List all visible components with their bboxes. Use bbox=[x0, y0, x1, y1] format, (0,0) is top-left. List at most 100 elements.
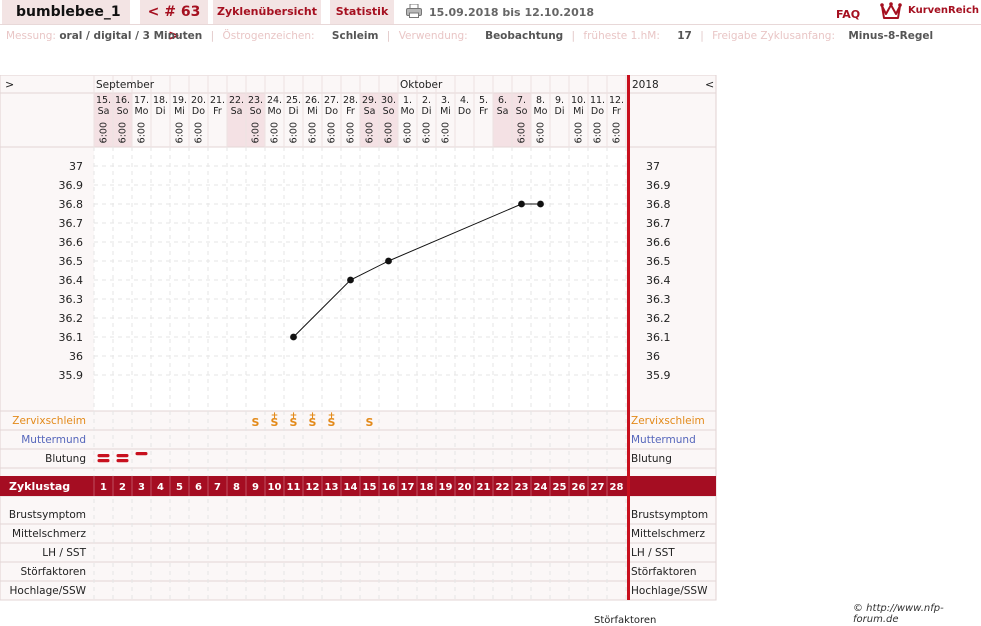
day-date-label: 3. bbox=[441, 95, 450, 106]
cycle-day-number: 20 bbox=[458, 482, 472, 493]
day-date-label: 2. bbox=[422, 95, 431, 106]
day-date-label: 7. bbox=[517, 95, 526, 106]
y-tick-label-left: 36.9 bbox=[59, 179, 84, 192]
cervix-plus-mark: + bbox=[290, 411, 298, 421]
day-date-label: 4. bbox=[460, 95, 469, 106]
row-label-left: Blutung bbox=[45, 453, 86, 465]
y-tick-label-left: 35.9 bbox=[59, 369, 84, 382]
temperature-point bbox=[518, 200, 525, 208]
username: bumblebee_1 bbox=[16, 4, 121, 20]
cervix-symbol: S bbox=[252, 416, 260, 429]
day-weekday-label: So bbox=[383, 106, 395, 117]
measure-time-label: 6:00 bbox=[194, 122, 205, 143]
day-weekday-label: Do bbox=[458, 106, 471, 117]
cervix-plus-mark: + bbox=[309, 411, 317, 421]
day-weekday-label: Di bbox=[289, 106, 299, 117]
day-date-label: 21. bbox=[210, 95, 225, 106]
day-date-label: 28. bbox=[343, 95, 358, 106]
measure-time-label: 6:00 bbox=[346, 122, 357, 143]
cycle-day-number: 28 bbox=[610, 482, 624, 493]
bleeding-mark bbox=[97, 454, 110, 458]
info-separator: | bbox=[700, 30, 704, 42]
bleeding-mark bbox=[97, 459, 110, 463]
y-tick-label-left: 36 bbox=[69, 350, 83, 363]
cycle-day-number: 9 bbox=[252, 482, 259, 493]
measure-time-label: 6:00 bbox=[270, 122, 281, 143]
measure-time-label: 6:00 bbox=[612, 122, 623, 143]
cycle-day-number: 26 bbox=[572, 482, 586, 493]
row-label-left: Zervixschleim bbox=[12, 415, 86, 427]
cycle-day-number: 1 bbox=[100, 482, 107, 493]
row-label-right: Mittelschmerz bbox=[631, 528, 705, 540]
day-weekday-label: Fr bbox=[479, 106, 488, 117]
tab-statistik[interactable]: Statistik bbox=[330, 0, 394, 24]
faq-link[interactable]: FAQ bbox=[836, 8, 860, 21]
day-weekday-label: Sa bbox=[231, 106, 243, 117]
cycle-day-number: 27 bbox=[591, 482, 605, 493]
month-label: Oktober bbox=[400, 79, 443, 91]
printer-icon[interactable] bbox=[406, 4, 422, 18]
day-date-label: 8. bbox=[536, 95, 545, 106]
y-tick-label-left: 37 bbox=[69, 160, 83, 173]
day-date-label: 12. bbox=[609, 95, 624, 106]
row-label-left: Hochlage/SSW bbox=[10, 585, 87, 597]
day-weekday-label: Mi bbox=[573, 106, 584, 117]
day-weekday-label: Fr bbox=[346, 106, 355, 117]
cycle-day-number: 14 bbox=[344, 482, 358, 493]
cervix-plus-mark: + bbox=[271, 411, 279, 421]
day-date-label: 18. bbox=[153, 95, 168, 106]
tab-zyklenuebersicht[interactable]: Zyklenübersicht bbox=[213, 0, 321, 24]
y-tick-label-right: 36.4 bbox=[646, 274, 671, 287]
y-tick-label-right: 36.5 bbox=[646, 255, 671, 268]
day-weekday-label: Do bbox=[192, 106, 205, 117]
y-tick-label-right: 36.8 bbox=[646, 198, 671, 211]
cycle-day-number: 6 bbox=[195, 482, 202, 493]
top-bar: bumblebee_1 < # 63 > Zyklenübersicht Sta… bbox=[0, 0, 981, 44]
measure-time-label: 6:00 bbox=[308, 122, 319, 143]
bleeding-mark bbox=[116, 459, 129, 463]
bleeding-mark bbox=[116, 454, 129, 458]
row-label-left: LH / SST bbox=[42, 547, 86, 559]
measure-time-label: 6:00 bbox=[118, 122, 129, 143]
info-separator: | bbox=[386, 30, 391, 42]
cycle-navigator[interactable]: < # 63 > bbox=[140, 0, 208, 44]
cycle-day-number: 16 bbox=[382, 482, 396, 493]
day-weekday-label: Mo bbox=[533, 106, 547, 117]
cycle-day-number: 13 bbox=[325, 482, 339, 493]
measure-time-label: 6:00 bbox=[422, 122, 433, 143]
row-label-left: Störfaktoren bbox=[21, 566, 86, 578]
day-date-label: 17. bbox=[134, 95, 149, 106]
row-label-right: Zervixschleim bbox=[631, 415, 705, 427]
temperature-point bbox=[537, 200, 544, 208]
row-label-right: Blutung bbox=[631, 453, 672, 465]
brand-name[interactable]: KurvenReich bbox=[908, 5, 979, 16]
measure-time-label: 6:00 bbox=[327, 122, 338, 143]
y-tick-label-left: 36.1 bbox=[59, 331, 84, 344]
day-date-label: 9. bbox=[555, 95, 564, 106]
y-tick-label-right: 35.9 bbox=[646, 369, 671, 382]
day-weekday-label: Sa bbox=[497, 106, 509, 117]
cycle-day-number: 2 bbox=[119, 482, 126, 493]
row-label-left: Mittelschmerz bbox=[12, 528, 86, 540]
y-tick-label-right: 36.9 bbox=[646, 179, 671, 192]
cycle-day-number: 3 bbox=[138, 482, 145, 493]
y-tick-label-right: 36.3 bbox=[646, 293, 671, 306]
day-weekday-label: Do bbox=[591, 106, 604, 117]
y-tick-label-right: 36.1 bbox=[646, 331, 671, 344]
cycle-end-divider bbox=[627, 75, 630, 600]
cycle-day-number: 12 bbox=[306, 482, 320, 493]
measure-time-label: 6:00 bbox=[251, 122, 262, 143]
measure-time-label: 6:00 bbox=[403, 122, 414, 143]
crown-logo-icon[interactable] bbox=[880, 2, 902, 20]
cycle-day-number: 7 bbox=[214, 482, 221, 493]
day-weekday-label: Sa bbox=[98, 106, 110, 117]
info-value-frueheste: 17 bbox=[677, 30, 692, 42]
measure-time-label: 6:00 bbox=[99, 122, 110, 143]
info-label-oestrogen: Östrogenzeichen: bbox=[222, 30, 315, 42]
cycle-chart: 37 3736.9 36.936.8 36.836.7 36.736.6 36.636.5… bbox=[0, 75, 717, 601]
row-label-right: Störfaktoren bbox=[631, 566, 696, 578]
info-value-messung: oral / digital / 3 Minuten bbox=[59, 30, 203, 42]
nav-prev-arrow[interactable]: > bbox=[5, 78, 14, 91]
nav-next-arrow[interactable]: < bbox=[705, 78, 714, 91]
day-weekday-label: Mi bbox=[440, 106, 451, 117]
